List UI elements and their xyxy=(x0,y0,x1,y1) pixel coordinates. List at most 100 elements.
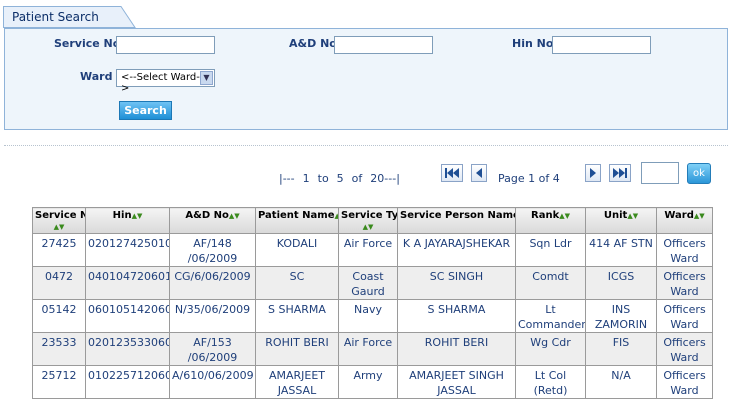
table-cell: 05142 xyxy=(32,299,86,333)
patient-search-tab: Patient Search xyxy=(3,6,136,28)
table-cell: A/610/06/2009 xyxy=(169,365,256,399)
table-header-row: Service No▲▼Hin▲▼A&D No▲▼Patient Name▲▼S… xyxy=(32,207,713,234)
table-cell: AF/148 /06/2009 xyxy=(169,233,256,267)
range-to-word: to xyxy=(317,172,329,185)
table-cell: Officers Ward xyxy=(656,299,713,333)
sort-icon[interactable]: ▲▼ xyxy=(694,212,705,220)
table-cell: SC xyxy=(255,266,339,300)
table-cell: Officers Ward xyxy=(656,365,713,399)
column-header-label: Service No xyxy=(35,210,85,221)
column-header-label: Rank xyxy=(531,210,560,221)
table-cell: S SHARMA xyxy=(255,299,339,333)
column-header[interactable]: Service Type▲▼ xyxy=(338,207,398,234)
divider xyxy=(4,145,728,146)
column-header[interactable]: Rank▲▼ xyxy=(515,207,586,234)
table-cell: INS ZAMORIN xyxy=(585,299,657,333)
range-of-word: of xyxy=(351,172,363,185)
column-header-label: Ward xyxy=(664,210,694,221)
table-cell: 25712 xyxy=(32,365,86,399)
sort-icon[interactable]: ▲▼ xyxy=(54,223,65,231)
hin-no-input[interactable] xyxy=(552,36,651,54)
table-cell: 27425 xyxy=(32,233,86,267)
table-cell: 0201274250102 xyxy=(85,233,170,267)
column-header-label: Hin xyxy=(112,210,132,221)
column-header-label: Patient Name xyxy=(258,210,335,221)
prev-page-icon[interactable] xyxy=(471,164,487,182)
table-cell: Wg Cdr xyxy=(515,332,586,366)
table-cell: ROHIT BERI xyxy=(397,332,516,366)
hin-no-label: Hin No xyxy=(512,37,554,50)
first-page-icon[interactable] xyxy=(441,164,463,182)
table-cell: 0601051420601 xyxy=(85,299,170,333)
range-prefix: |--- xyxy=(279,172,295,185)
range-suffix: ---| xyxy=(384,172,400,185)
table-cell: KODALI xyxy=(255,233,339,267)
record-range: |--- 1 to 5 of 20---| xyxy=(279,172,408,185)
table-cell: Sqn Ldr xyxy=(515,233,586,267)
column-header[interactable]: Unit▲▼ xyxy=(585,207,657,234)
column-header[interactable]: Hin▲▼ xyxy=(85,207,170,234)
table-cell: Coast Gaurd xyxy=(338,266,398,300)
table-row[interactable]: 051420601051420601N/35/06/2009S SHARMANa… xyxy=(32,299,713,333)
table-cell: Lt Col (Retd) xyxy=(515,365,586,399)
goto-page-input[interactable] xyxy=(641,162,679,184)
service-no-input[interactable] xyxy=(116,36,215,54)
column-header-label: Service Type xyxy=(341,210,398,221)
table-cell: 0472 xyxy=(32,266,86,300)
table-cell: ICGS xyxy=(585,266,657,300)
table-cell: 23533 xyxy=(32,332,86,366)
ward-label: Ward xyxy=(80,70,113,83)
table-cell: Comdt xyxy=(515,266,586,300)
table-row[interactable]: 235330201235330601AF/153 /06/2009ROHIT B… xyxy=(32,332,713,366)
column-header-label: Unit xyxy=(603,210,628,221)
tab-title: Patient Search xyxy=(12,10,99,24)
table-cell: 0102257120601 xyxy=(85,365,170,399)
table-cell: AMARJEET JASSAL xyxy=(255,365,339,399)
table-cell: ROHIT BERI xyxy=(255,332,339,366)
range-total: 20 xyxy=(370,172,385,185)
sort-icon[interactable]: ▲▼ xyxy=(559,212,570,220)
column-header[interactable]: A&D No▲▼ xyxy=(169,207,256,234)
table-cell: S SHARMA xyxy=(397,299,516,333)
table-cell: Army xyxy=(338,365,398,399)
column-header[interactable]: Service Person Name▲▼ xyxy=(397,207,516,234)
table-cell: 414 AF STN xyxy=(585,233,657,267)
last-page-icon[interactable] xyxy=(609,164,631,182)
ward-select[interactable]: <--Select Ward--> ▼ xyxy=(116,69,215,94)
table-cell: 040104720601 xyxy=(85,266,170,300)
table-row[interactable]: 257120102257120601A/610/06/2009AMARJEET … xyxy=(32,365,713,399)
column-header-label: Service Person Name xyxy=(400,210,516,221)
sort-icon[interactable]: ▲▼ xyxy=(627,212,638,220)
sort-icon[interactable]: ▲▼ xyxy=(229,212,240,220)
ok-button[interactable]: ok xyxy=(687,163,711,184)
sort-icon[interactable]: ▲▼ xyxy=(363,223,374,231)
table-cell: K A JAYARAJSHEKAR xyxy=(397,233,516,267)
sort-icon[interactable]: ▲▼ xyxy=(335,212,338,220)
table-cell: N/35/06/2009 xyxy=(169,299,256,333)
table-cell: 0201235330601 xyxy=(85,332,170,366)
column-header-label: A&D No xyxy=(185,210,229,221)
sort-icon[interactable]: ▲▼ xyxy=(132,212,143,220)
service-no-label: Service No. xyxy=(54,37,125,50)
next-page-icon[interactable] xyxy=(585,164,601,182)
ad-no-input[interactable] xyxy=(334,36,433,54)
results-table: Service No▲▼Hin▲▼A&D No▲▼Patient Name▲▼S… xyxy=(32,207,713,399)
table-cell: Navy xyxy=(338,299,398,333)
column-header[interactable]: Service No ▲▼ xyxy=(32,207,86,234)
range-from: 1 xyxy=(302,172,310,185)
table-cell: SC SINGH xyxy=(397,266,516,300)
table-cell: Officers Ward xyxy=(656,233,713,267)
chevron-down-icon[interactable]: ▼ xyxy=(200,71,213,85)
table-row[interactable]: 0472 040104720601 CG/6/06/2009 SC Coast Gaur… xyxy=(32,266,713,300)
table-body: 274250201274250102AF/148 /06/2009KODALI A… xyxy=(32,233,713,399)
column-header[interactable]: Ward▲▼ xyxy=(656,207,713,234)
table-cell: CG/6/06/2009 xyxy=(169,266,256,300)
table-row[interactable]: 274250201274250102AF/148 /06/2009KODALIA… xyxy=(32,233,713,267)
ward-select-value: <--Select Ward--> xyxy=(121,72,204,94)
table-cell: N/A xyxy=(585,365,657,399)
range-to: 5 xyxy=(336,172,344,185)
column-header[interactable]: Patient Name▲▼ xyxy=(255,207,339,234)
table-cell: Lt Commander xyxy=(515,299,586,333)
search-button[interactable]: Search xyxy=(119,101,172,120)
table-cell: Officers Ward xyxy=(656,266,713,300)
